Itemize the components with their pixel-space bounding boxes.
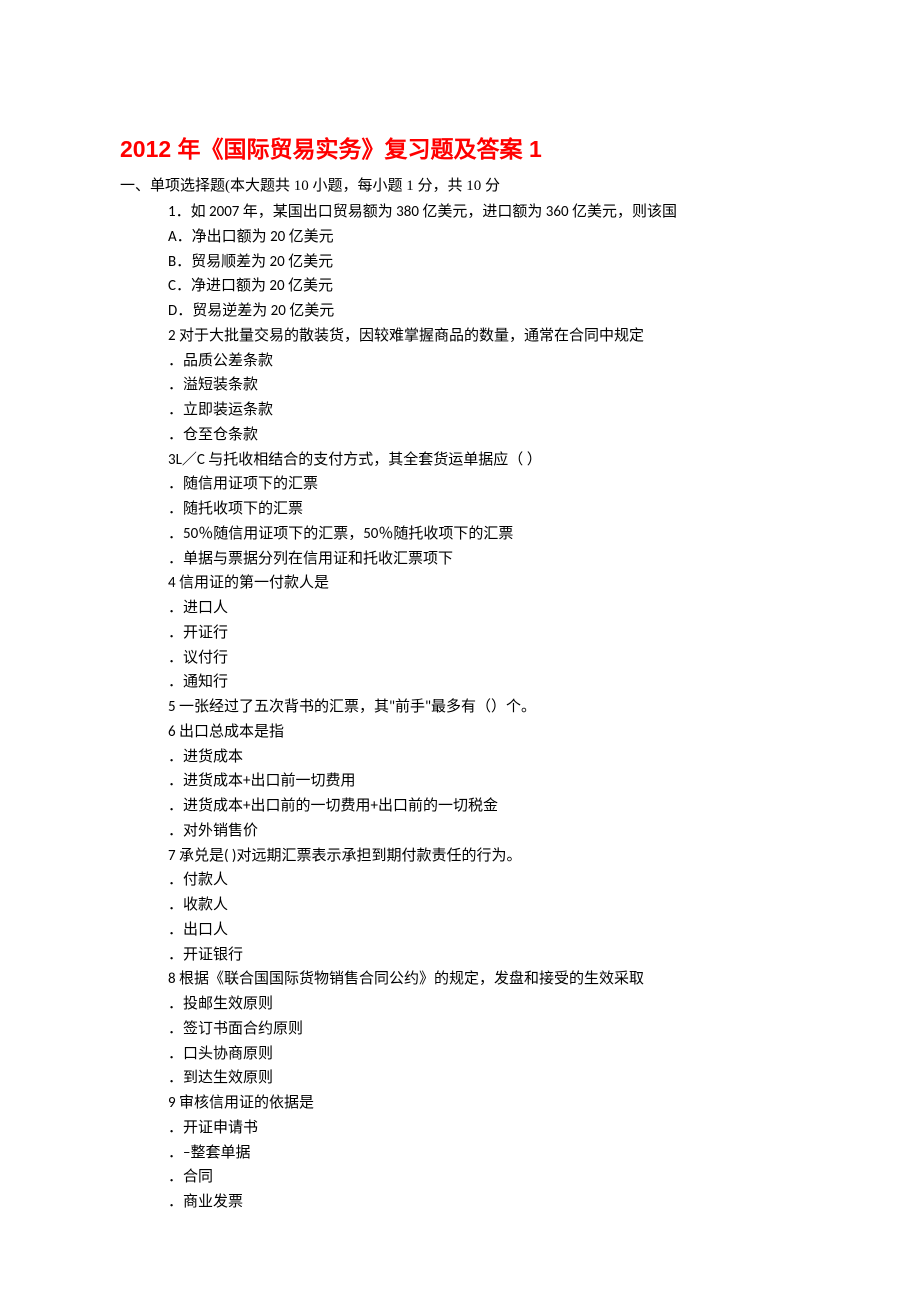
q3-option-d: ．单据与票据分列在信用证和托收汇票项下: [168, 547, 800, 572]
q3-option-a: ．随信用证项下的汇票: [168, 472, 800, 497]
q9-option-d: ．商业发票: [168, 1190, 800, 1215]
q2-option-c: ．立即装运条款: [168, 398, 800, 423]
q4-option-c: ．议付行: [168, 646, 800, 671]
q1-stem: 1．如 2007 年，某国出口贸易额为 380 亿美元，进口额为 360 亿美元…: [168, 200, 800, 225]
q6-stem: 6 出口总成本是指: [168, 720, 800, 745]
q1-option-c: C．净进口额为 20 亿美元: [168, 274, 800, 299]
q8-option-c: ．口头协商原则: [168, 1042, 800, 1067]
q7-stem: 7 承兑是( )对远期汇票表示承担到期付款责任的行为。: [168, 844, 800, 869]
q3-stem: 3L／C 与托收相结合的支付方式，其全套货运单据应（ ）: [168, 448, 800, 473]
q8-option-b: ．签订书面合约原则: [168, 1017, 800, 1042]
q7-option-c: ．出口人: [168, 918, 800, 943]
q4-stem: 4 信用证的第一付款人是: [168, 571, 800, 596]
page-title: 2012 年《国际贸易实务》复习题及答案 1: [120, 130, 800, 164]
q4-option-b: ．开证行: [168, 621, 800, 646]
q7-option-d: ．开证银行: [168, 943, 800, 968]
q6-option-c: ．进货成本+出口前的一切费用+出口前的一切税金: [168, 794, 800, 819]
q3-option-c: ．50％随信用证项下的汇票，50％随托收项下的汇票: [168, 522, 800, 547]
q2-option-d: ．仓至仓条款: [168, 423, 800, 448]
q6-option-b: ．进货成本+出口前一切费用: [168, 769, 800, 794]
q2-option-b: ．溢短装条款: [168, 373, 800, 398]
q7-option-a: ．付款人: [168, 868, 800, 893]
q8-option-a: ．投邮生效原则: [168, 992, 800, 1017]
q2-stem: 2 对于大批量交易的散装货，因较难掌握商品的数量，通常在合同中规定: [168, 324, 800, 349]
q6-option-a: ．进货成本: [168, 745, 800, 770]
q6-option-d: ．对外销售价: [168, 819, 800, 844]
q4-option-a: ．进口人: [168, 596, 800, 621]
q4-option-d: ．通知行: [168, 670, 800, 695]
q1-option-a: A．净出口额为 20 亿美元: [168, 225, 800, 250]
q9-option-a: ．开证申请书: [168, 1116, 800, 1141]
q5-stem: 5 一张经过了五次背书的汇票，其"前手"最多有（）个。: [168, 695, 800, 720]
q1-option-d: D．贸易逆差为 20 亿美元: [168, 299, 800, 324]
q3-option-b: ．随托收项下的汇票: [168, 497, 800, 522]
q8-stem: 8 根据《联合国国际货物销售合同公约》的规定，发盘和接受的生效采取: [168, 967, 800, 992]
q1-option-b: B．贸易顺差为 20 亿美元: [168, 250, 800, 275]
section-header: 一、单项选择题(本大题共 10 小题，每小题 1 分，共 10 分: [120, 174, 800, 195]
q9-stem: 9 审核信用证的依据是: [168, 1091, 800, 1116]
q2-option-a: ．品质公差条款: [168, 349, 800, 374]
q9-option-b: ．–整套单据: [168, 1141, 800, 1166]
q9-option-c: ．合同: [168, 1165, 800, 1190]
q7-option-b: ．收款人: [168, 893, 800, 918]
q8-option-d: ．到达生效原则: [168, 1066, 800, 1091]
